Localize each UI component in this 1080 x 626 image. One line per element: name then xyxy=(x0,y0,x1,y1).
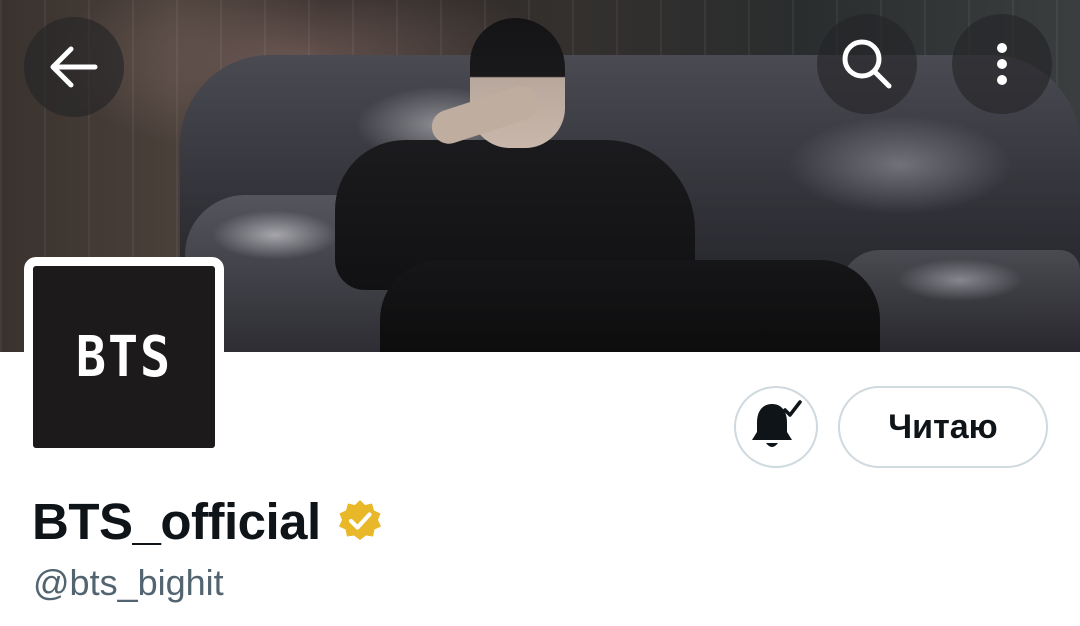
avatar-image: BTS xyxy=(33,266,215,448)
back-button[interactable] xyxy=(24,17,124,117)
more-vertical-icon xyxy=(995,42,1009,86)
bell-check-icon xyxy=(747,396,805,459)
arrow-left-icon xyxy=(49,45,99,89)
profile-name-row: BTS_official xyxy=(32,490,383,552)
following-button[interactable]: Читаю xyxy=(838,386,1048,468)
more-options-button[interactable] xyxy=(952,14,1052,114)
notifications-button[interactable] xyxy=(734,386,818,468)
verified-badge-icon[interactable] xyxy=(337,498,383,544)
avatar-logo-text: BTS xyxy=(75,324,173,390)
avatar[interactable]: BTS xyxy=(24,257,224,457)
display-name: BTS_official xyxy=(32,492,321,550)
banner-figure-legs xyxy=(380,260,880,352)
username-handle: @bts_bighit xyxy=(33,562,224,603)
search-icon xyxy=(839,36,895,92)
search-button[interactable] xyxy=(817,14,917,114)
